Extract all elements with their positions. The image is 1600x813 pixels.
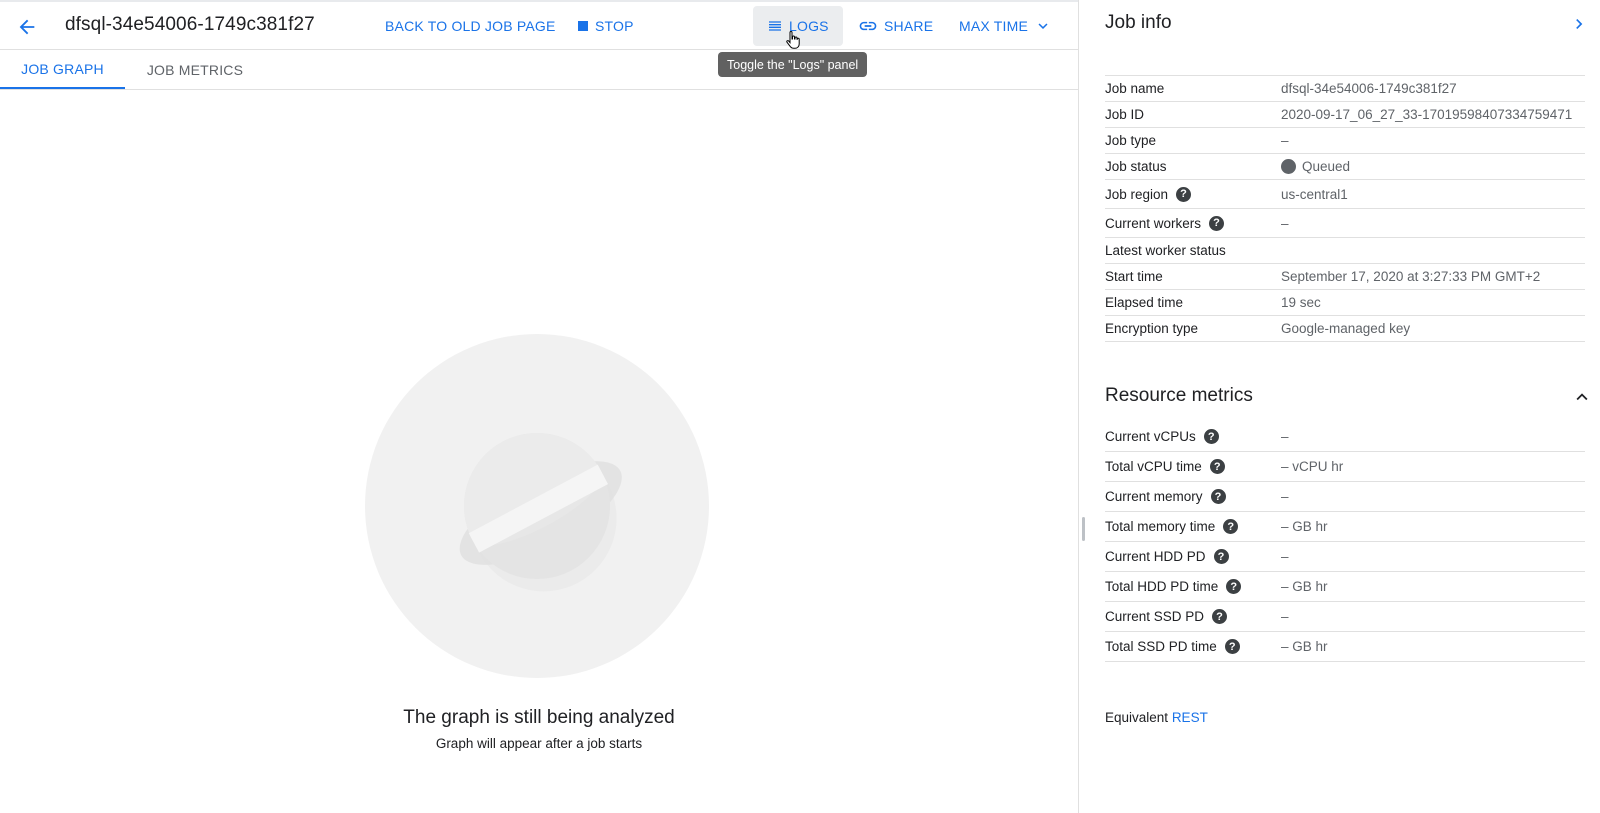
status-queued-icon: [1281, 159, 1296, 174]
rest-link[interactable]: REST: [1172, 710, 1208, 725]
info-label: Job region: [1105, 186, 1169, 202]
max-time-label: MAX TIME: [959, 18, 1029, 34]
empty-state-title: The graph is still being analyzed: [403, 707, 675, 728]
info-value: Google-managed key: [1281, 321, 1411, 336]
chevron-right-icon[interactable]: [1569, 14, 1589, 34]
hand-cursor-icon: [786, 31, 800, 49]
job-info-panel: Job info Job name dfsql-34e54006-1749c38…: [1079, 0, 1600, 813]
info-value: us-central1: [1281, 186, 1348, 202]
info-value: 2020-09-17_06_27_33-17019598407334759471: [1281, 107, 1573, 122]
resource-metrics-table: Current vCPUs? – Total vCPU time? – vCPU…: [1105, 422, 1585, 662]
resource-metrics-title: Resource metrics: [1105, 385, 1253, 406]
info-row-current-workers: Current workers? –: [1105, 209, 1585, 238]
help-icon[interactable]: ?: [1209, 459, 1225, 474]
max-time-dropdown[interactable]: MAX TIME: [945, 6, 1066, 46]
panel-title: Job info: [1105, 12, 1172, 33]
help-icon[interactable]: ?: [1176, 186, 1192, 202]
info-value: 19 sec: [1281, 295, 1321, 310]
metric-row: Current HDD PD? –: [1105, 542, 1585, 572]
info-row-job-type: Job type –: [1105, 128, 1585, 154]
metric-value: – GB hr: [1281, 579, 1328, 594]
tab-job-graph[interactable]: JOB GRAPH: [0, 51, 125, 89]
metric-label: Total SSD PD time: [1105, 639, 1217, 654]
equivalent-rest: Equivalent REST: [1105, 710, 1208, 725]
info-row-job-region: Job region? us-central1: [1105, 180, 1585, 209]
help-icon[interactable]: ?: [1223, 519, 1239, 534]
info-label: Elapsed time: [1105, 295, 1184, 310]
stop-button[interactable]: STOP: [563, 6, 648, 46]
logs-list-icon: [769, 21, 781, 31]
metric-value: –: [1281, 549, 1289, 564]
info-label: Encryption type: [1105, 321, 1199, 336]
info-row-job-name: Job name dfsql-34e54006-1749c381f27: [1105, 76, 1585, 102]
help-icon[interactable]: ?: [1203, 429, 1219, 444]
metric-row: Total SSD PD time? – GB hr: [1105, 632, 1585, 662]
metric-row: Total HDD PD time? – GB hr: [1105, 572, 1585, 602]
metric-value: –: [1281, 609, 1289, 624]
info-label: Latest worker status: [1105, 243, 1226, 258]
info-label: Job name: [1105, 81, 1165, 96]
share-button[interactable]: SHARE: [844, 6, 947, 46]
info-row-job-id: Job ID 2020-09-17_06_27_33-1701959840733…: [1105, 102, 1585, 128]
empty-state-subtitle: Graph will appear after a job starts: [435, 736, 643, 751]
arrow-back-icon: [19, 19, 35, 35]
equivalent-label: Equivalent: [1105, 710, 1169, 725]
chevron-down-icon: [1038, 23, 1048, 29]
metric-row: Current SSD PD? –: [1105, 602, 1585, 632]
info-label: Start time: [1105, 269, 1163, 284]
back-to-old-job-page-label: BACK TO OLD JOB PAGE: [385, 18, 556, 34]
metric-label: Total HDD PD time: [1105, 579, 1219, 594]
metric-label: Current SSD PD: [1105, 609, 1205, 624]
stop-icon: [578, 21, 588, 31]
metric-row: Total memory time? – GB hr: [1105, 512, 1585, 542]
metric-label: Current memory: [1105, 489, 1203, 504]
info-row-start-time: Start time September 17, 2020 at 3:27:33…: [1105, 264, 1585, 290]
metric-value: – GB hr: [1281, 519, 1328, 534]
back-button[interactable]: [12, 12, 42, 42]
help-icon[interactable]: ?: [1209, 215, 1225, 231]
info-label: Job ID: [1105, 107, 1145, 122]
metric-label: Current vCPUs: [1105, 429, 1196, 444]
info-row-latest-worker-status: Latest worker status: [1105, 238, 1585, 264]
metric-value: –: [1281, 429, 1289, 444]
back-to-old-job-page-button[interactable]: BACK TO OLD JOB PAGE: [371, 6, 570, 46]
metric-row: Total vCPU time? – vCPU hr: [1105, 452, 1585, 482]
info-label: Job type: [1105, 133, 1157, 148]
status-badge: Queued: [1302, 159, 1351, 174]
info-row-encryption-type: Encryption type Google-managed key: [1105, 316, 1585, 342]
help-icon[interactable]: ?: [1212, 609, 1228, 624]
share-label: SHARE: [884, 18, 934, 34]
help-icon[interactable]: ?: [1210, 489, 1226, 504]
planet-illustration: [365, 334, 709, 678]
info-row-elapsed-time: Elapsed time 19 sec: [1105, 290, 1585, 316]
metric-label: Total vCPU time: [1105, 459, 1202, 474]
tab-bar: JOB GRAPH JOB METRICS: [0, 51, 1078, 90]
info-value: September 17, 2020 at 3:27:33 PM GMT+2: [1281, 269, 1541, 284]
info-row-job-status: Job status Queued: [1105, 154, 1585, 180]
help-icon[interactable]: ?: [1226, 579, 1242, 594]
metric-value: – vCPU hr: [1281, 459, 1344, 474]
info-value: –: [1281, 215, 1289, 231]
info-value: –: [1281, 133, 1289, 148]
info-label: Current workers: [1105, 215, 1202, 231]
page-title: dfsql-34e54006-1749c381f27: [65, 14, 315, 35]
info-value: dfsql-34e54006-1749c381f27: [1281, 81, 1457, 96]
tab-job-metrics[interactable]: JOB METRICS: [136, 51, 254, 89]
metric-label: Current HDD PD: [1105, 549, 1206, 564]
job-info-table: Job name dfsql-34e54006-1749c381f27 Job …: [1105, 75, 1585, 342]
info-label: Job status: [1105, 159, 1167, 174]
stop-label: STOP: [595, 18, 634, 34]
metric-row: Current vCPUs? –: [1105, 422, 1585, 452]
chevron-up-icon[interactable]: [1571, 386, 1593, 408]
metric-row: Current memory? –: [1105, 482, 1585, 512]
help-icon[interactable]: ?: [1213, 549, 1229, 564]
link-icon: [859, 21, 877, 31]
metric-label: Total memory time: [1105, 519, 1216, 534]
metric-value: –: [1281, 489, 1289, 504]
metric-value: – GB hr: [1281, 639, 1328, 654]
help-icon[interactable]: ?: [1224, 639, 1240, 654]
top-bar: dfsql-34e54006-1749c381f27 BACK TO OLD J…: [0, 0, 1078, 50]
resource-metrics-header: Resource metrics: [1105, 382, 1588, 412]
